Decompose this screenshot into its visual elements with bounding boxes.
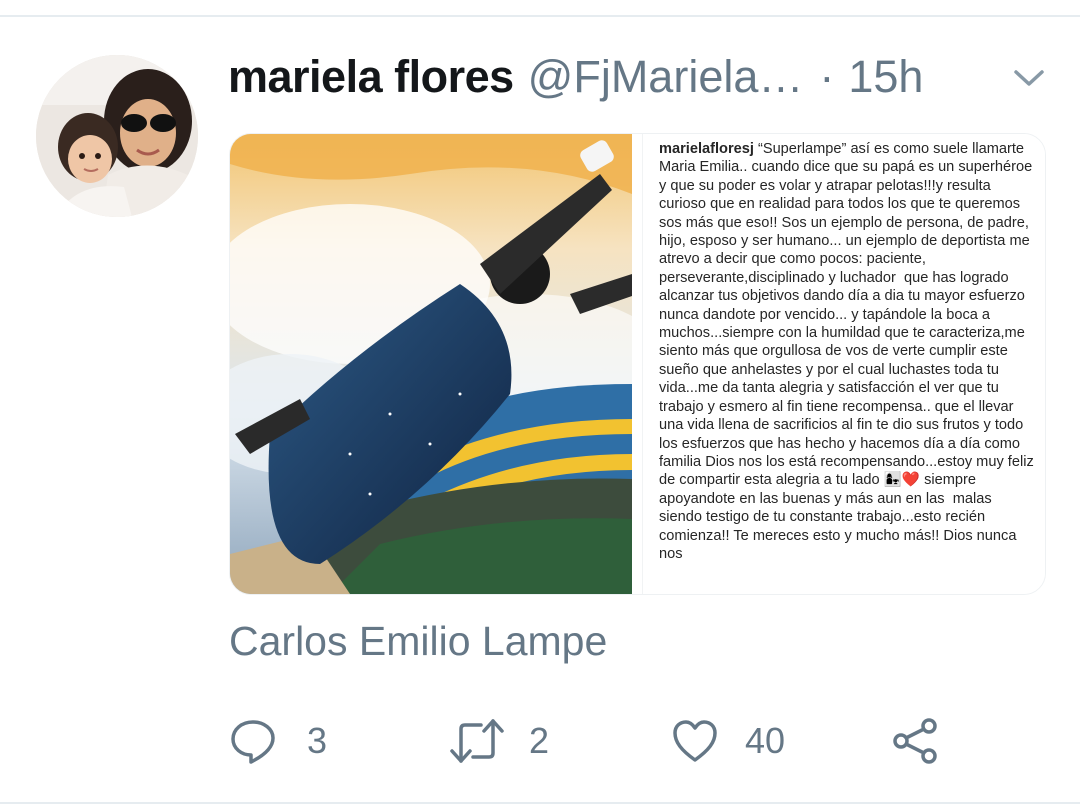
caption-text: marielafloresj “Superlampe” así es como …: [659, 140, 1037, 563]
retweet-button[interactable]: 2: [449, 712, 549, 770]
caption-screenshot: marielafloresj “Superlampe” así es como …: [642, 134, 1045, 594]
timestamp[interactable]: 15h: [848, 51, 923, 103]
display-name[interactable]: mariela flores: [228, 51, 514, 103]
top-divider: [0, 15, 1080, 17]
tweet-header: mariela flores @FjMariela… · 15h: [228, 51, 923, 103]
caption-body: “Superlampe” así es como suele llamarte …: [659, 141, 1038, 562]
caption-username: marielafloresj: [659, 141, 754, 157]
user-handle[interactable]: @FjMariela…: [528, 51, 804, 103]
chevron-down-icon[interactable]: [1012, 66, 1046, 90]
tweet-media[interactable]: marielafloresj “Superlampe” así es como …: [229, 133, 1046, 595]
reply-count: 3: [307, 720, 328, 761]
superhero-photo[interactable]: [230, 134, 670, 594]
retweet-count: 2: [529, 720, 550, 761]
heart-icon: [671, 717, 719, 765]
retweet-arrows-icon: [449, 717, 505, 765]
tweet-text: Carlos Emilio Lampe: [229, 618, 608, 664]
share-button[interactable]: [891, 712, 939, 770]
avatar[interactable]: [36, 55, 198, 217]
like-button[interactable]: 40: [671, 712, 785, 770]
like-count: 40: [745, 720, 786, 761]
share-nodes-icon: [891, 717, 939, 765]
action-bar: 3 2 40: [229, 712, 1049, 770]
separator-dot: ·: [819, 51, 835, 102]
speech-bubble-icon: [229, 717, 277, 765]
reply-button[interactable]: 3: [229, 712, 327, 770]
